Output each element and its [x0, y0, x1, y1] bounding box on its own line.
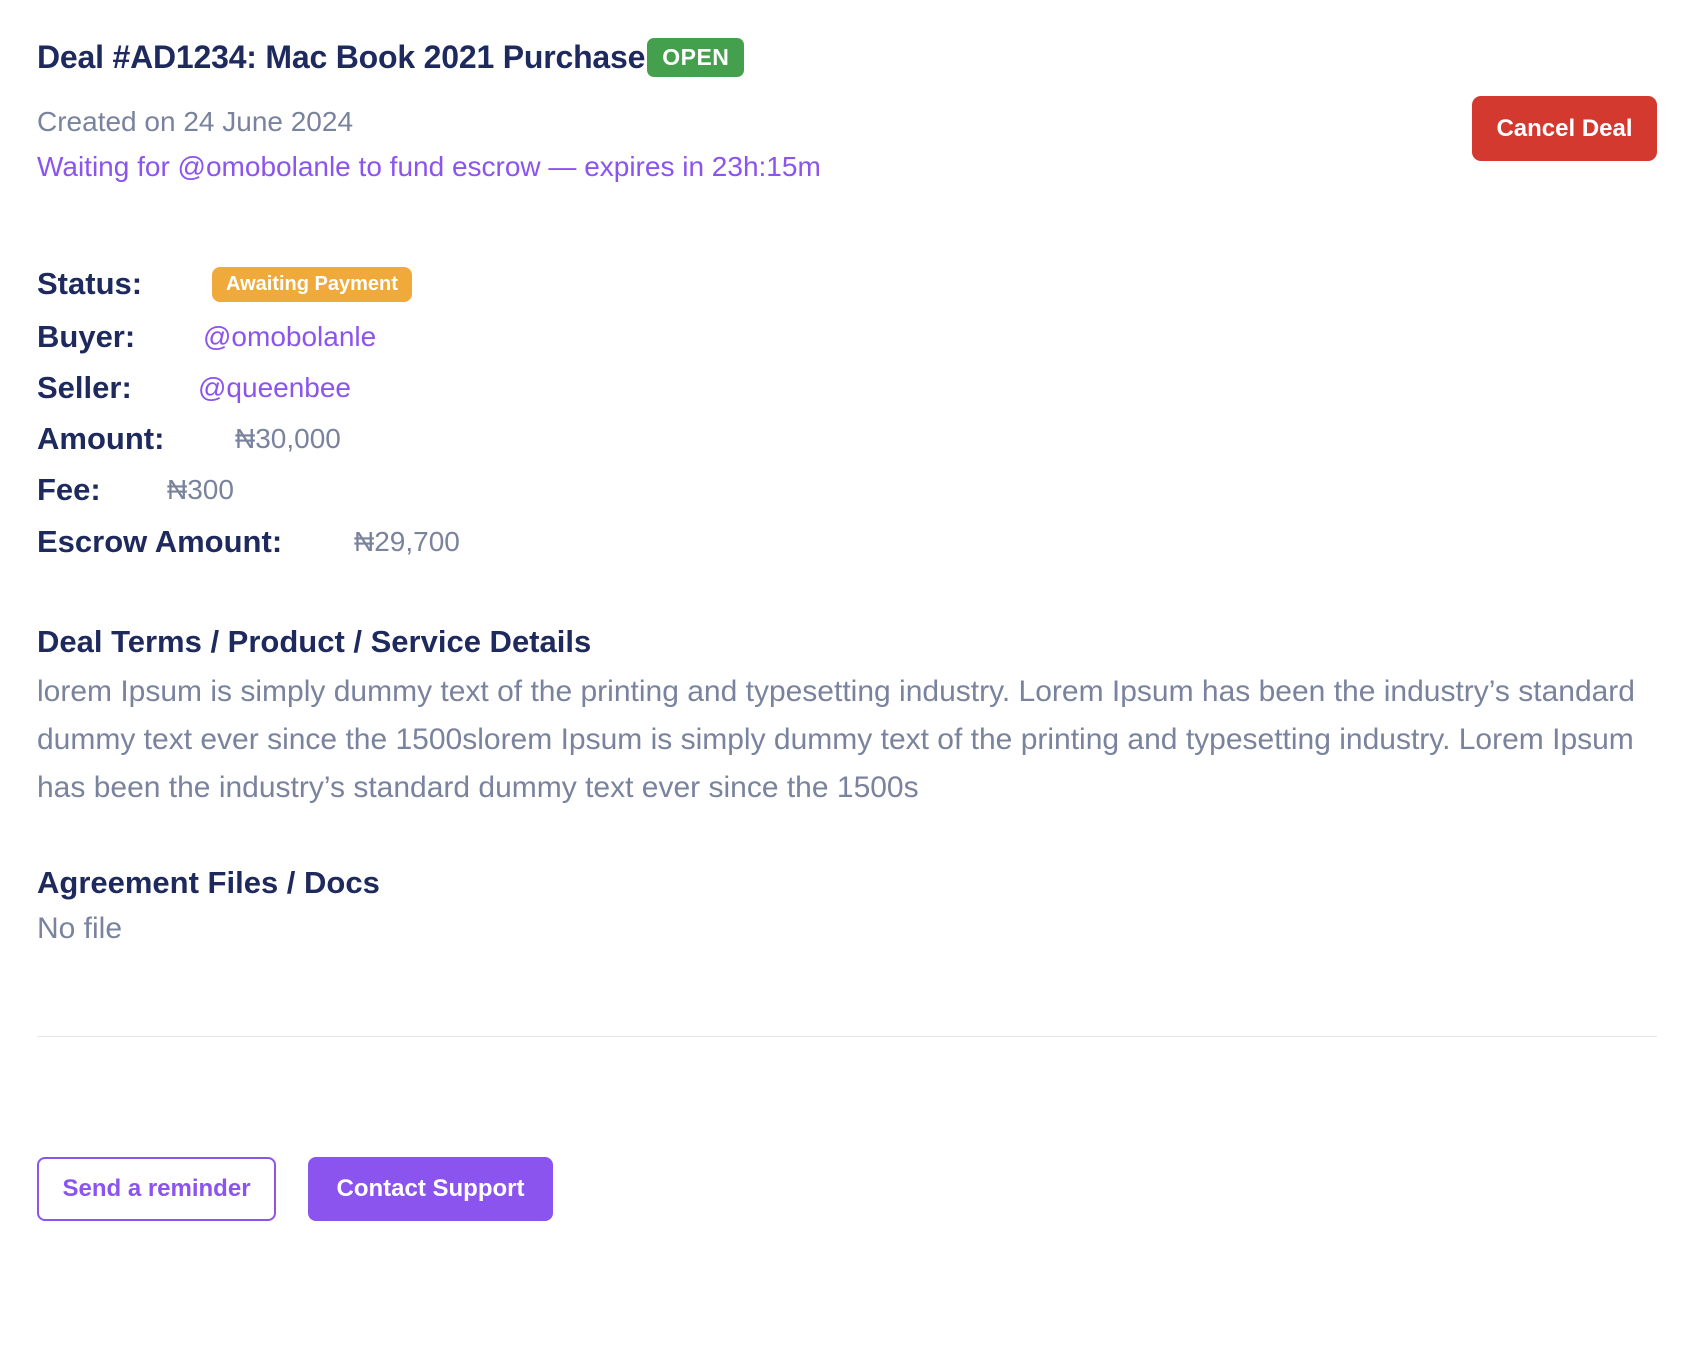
- section-divider: [37, 1036, 1657, 1037]
- terms-heading: Deal Terms / Product / Service Details: [37, 624, 592, 659]
- amount-row: Amount: ₦30,000: [37, 421, 341, 457]
- title-row: Deal #AD1234: Mac Book 2021 Purchase OPE…: [37, 38, 745, 77]
- seller-username-link[interactable]: @queenbee: [198, 372, 351, 404]
- seller-row: Seller: @queenbee: [37, 370, 351, 406]
- escrow-amount-row: Escrow Amount: ₦29,700: [37, 524, 460, 560]
- created-date: Created on 24 June 2024: [37, 106, 354, 137]
- fee-label: Fee:: [37, 472, 101, 507]
- escrow-amount-label: Escrow Amount:: [37, 524, 283, 559]
- deal-details-page: Deal #AD1234: Mac Book 2021 Purchase OPE…: [37, 0, 1657, 1346]
- deal-title: Deal #AD1234: Mac Book 2021 Purchase: [37, 39, 646, 75]
- amount-label: Amount:: [37, 421, 165, 456]
- terms-body: lorem Ipsum is simply dummy text of the …: [37, 675, 1635, 804]
- status-label: Status:: [37, 266, 143, 301]
- buyer-row: Buyer: @omobolanle: [37, 319, 376, 355]
- files-heading: Agreement Files / Docs: [37, 865, 380, 900]
- no-file-text: No file: [37, 912, 123, 945]
- buyer-label: Buyer:: [37, 319, 136, 354]
- fee-value: ₦300: [167, 474, 234, 505]
- payment-status-badge: Awaiting Payment: [212, 266, 412, 302]
- cancel-deal-button[interactable]: Cancel Deal: [1472, 96, 1657, 161]
- fee-row: Fee: ₦300: [37, 472, 234, 508]
- contact-support-button[interactable]: Contact Support: [308, 1157, 553, 1221]
- seller-label: Seller:: [37, 370, 132, 405]
- escrow-waiting-notice: Waiting for @omobolanle to fund escrow —…: [37, 151, 821, 182]
- escrow-amount-value: ₦29,700: [354, 526, 460, 557]
- send-reminder-button[interactable]: Send a reminder: [37, 1157, 276, 1221]
- status-row: Status: Awaiting Payment: [37, 266, 412, 302]
- open-status-badge: OPEN: [647, 38, 745, 77]
- amount-value: ₦30,000: [235, 423, 341, 454]
- buyer-username-link[interactable]: @omobolanle: [203, 321, 376, 353]
